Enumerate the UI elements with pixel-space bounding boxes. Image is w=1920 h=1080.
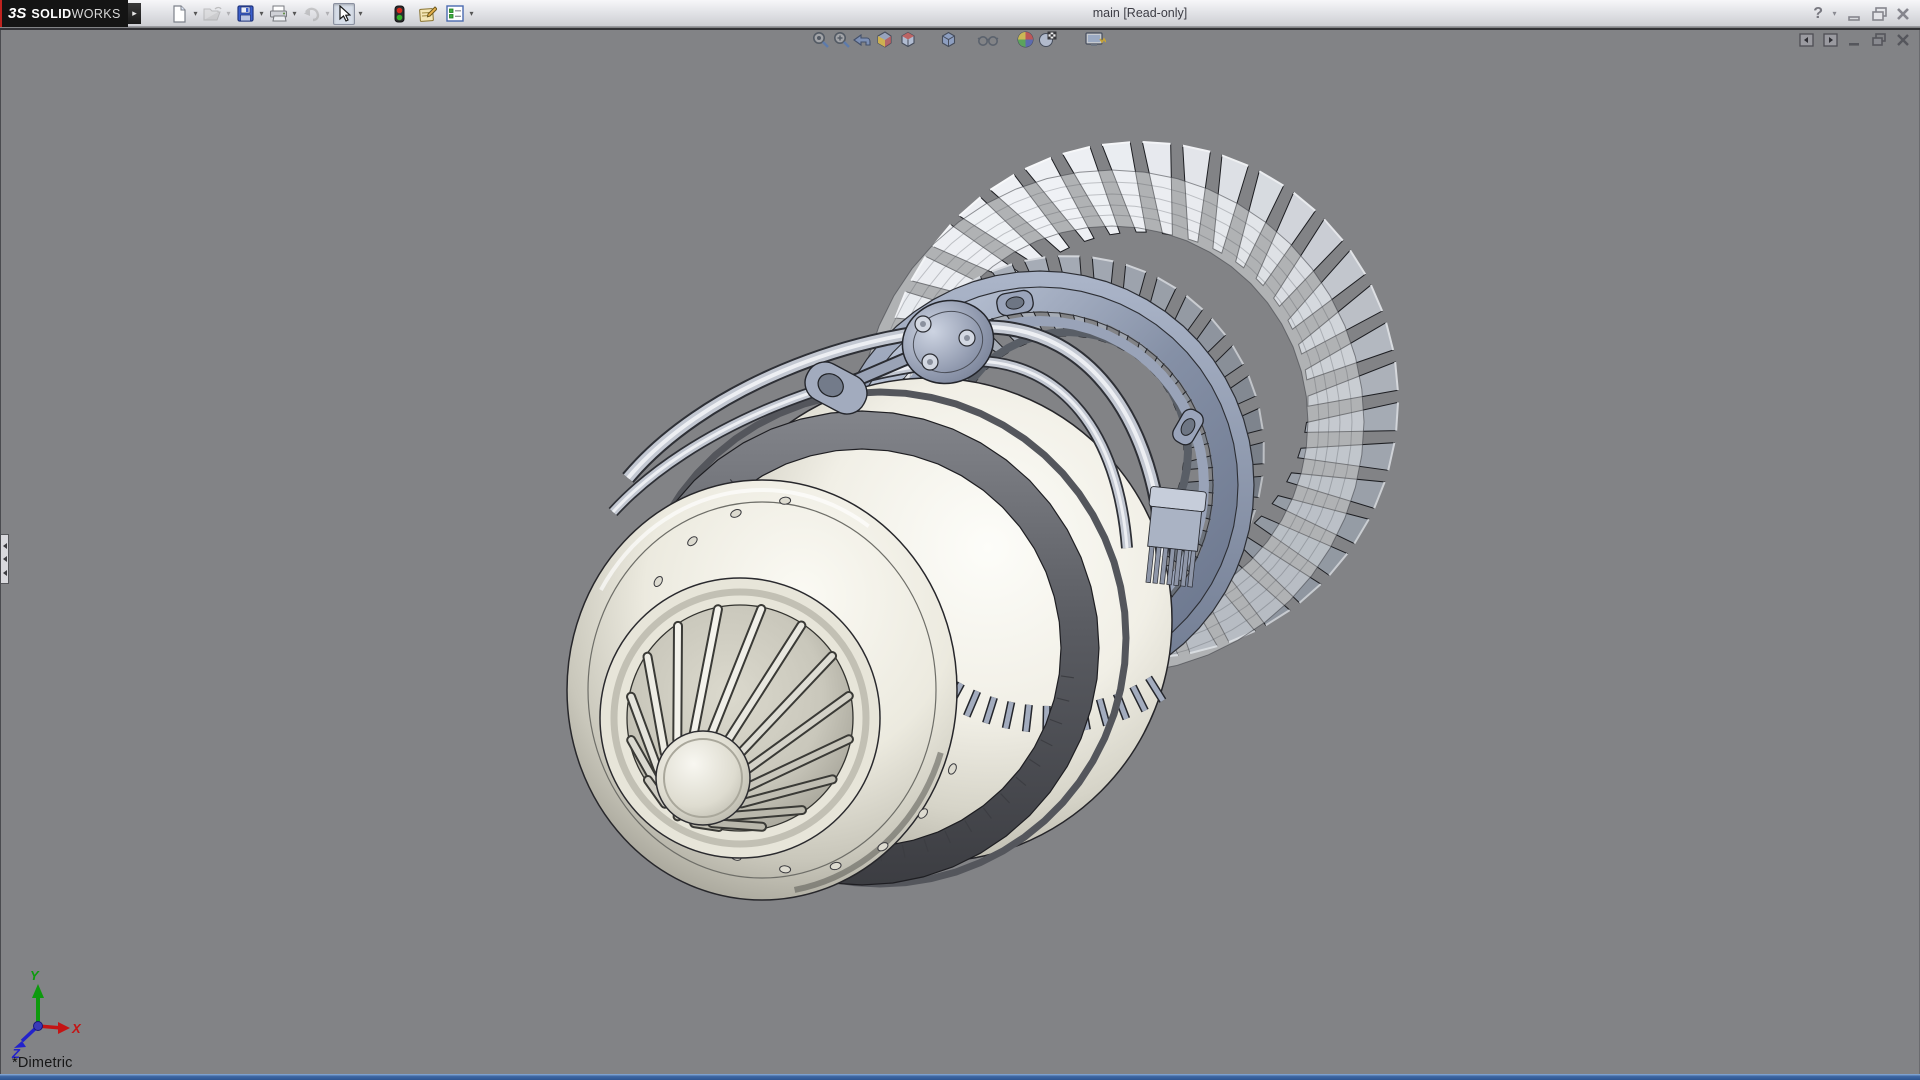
pane-left-icon[interactable] bbox=[1799, 33, 1814, 47]
menu-flyout-arrow[interactable]: ▸ bbox=[128, 3, 141, 24]
main-toolbar: 3S SOLIDWORKS ▸ ▾ ▾ ▾ bbox=[0, 0, 1920, 27]
coordinate-triad: YXZ bbox=[11, 968, 82, 1061]
triad-x: X bbox=[71, 1021, 82, 1036]
select-caret-icon[interactable]: ▾ bbox=[355, 3, 366, 25]
rebuild-button[interactable] bbox=[388, 3, 410, 25]
undo-icon bbox=[302, 6, 321, 22]
close-icon[interactable] bbox=[1896, 33, 1910, 47]
jet-engine-model[interactable] bbox=[567, 142, 1398, 900]
edit-note-icon bbox=[418, 5, 437, 23]
view-orientation-label: *Dimetric bbox=[12, 1055, 73, 1071]
pane-right-icon[interactable] bbox=[1823, 33, 1838, 47]
brand-light: WORKS bbox=[72, 7, 121, 21]
triad-y: Y bbox=[30, 968, 40, 983]
document-title: main [Read-only] bbox=[1000, 0, 1280, 27]
undo-button[interactable] bbox=[300, 3, 322, 25]
undo-caret-icon: ▾ bbox=[322, 3, 333, 25]
new-document-button[interactable] bbox=[168, 3, 190, 25]
open-document-icon bbox=[203, 6, 222, 22]
taskbar-edge[interactable] bbox=[0, 1074, 1920, 1080]
save-caret-icon[interactable]: ▾ bbox=[256, 3, 267, 25]
help-icon[interactable]: ? bbox=[1813, 5, 1823, 23]
solidworks-logo: 3S SOLIDWORKS bbox=[0, 0, 128, 27]
brand-bold: SOLID bbox=[31, 7, 71, 21]
print-icon bbox=[269, 5, 288, 22]
minimize-icon[interactable] bbox=[1846, 5, 1864, 23]
new-caret-icon[interactable]: ▾ bbox=[190, 3, 201, 25]
select-cursor-icon bbox=[337, 5, 351, 22]
select-tool-button[interactable] bbox=[333, 3, 355, 25]
restore-icon[interactable] bbox=[1871, 33, 1887, 47]
help-caret-icon[interactable]: ▾ bbox=[1829, 3, 1840, 25]
toolbar-divider bbox=[0, 28, 1920, 30]
close-icon[interactable] bbox=[1894, 5, 1912, 23]
options-button[interactable] bbox=[444, 3, 466, 25]
print-caret-icon[interactable]: ▾ bbox=[289, 3, 300, 25]
options-caret-icon[interactable]: ▾ bbox=[466, 3, 477, 25]
new-document-icon bbox=[171, 5, 188, 23]
minimize-icon[interactable] bbox=[1847, 33, 1862, 47]
open-caret-icon: ▾ bbox=[223, 3, 234, 25]
save-button[interactable] bbox=[234, 3, 256, 25]
logo-red-edge bbox=[0, 0, 2, 27]
3ds-logo-icon: 3S bbox=[8, 5, 26, 22]
edit-note-button[interactable] bbox=[416, 3, 438, 25]
viewport-3d-canvas[interactable]: YXZ bbox=[0, 0, 1920, 1080]
print-button[interactable] bbox=[267, 3, 289, 25]
open-document-button[interactable] bbox=[201, 3, 223, 25]
restore-icon[interactable] bbox=[1870, 5, 1888, 23]
feature-manager-collapsed-tab[interactable] bbox=[1, 534, 9, 584]
save-icon bbox=[237, 5, 254, 22]
rebuild-traffic-light-icon bbox=[394, 5, 405, 23]
brand-text: SOLIDWORKS bbox=[31, 7, 120, 21]
options-list-icon bbox=[446, 5, 464, 22]
